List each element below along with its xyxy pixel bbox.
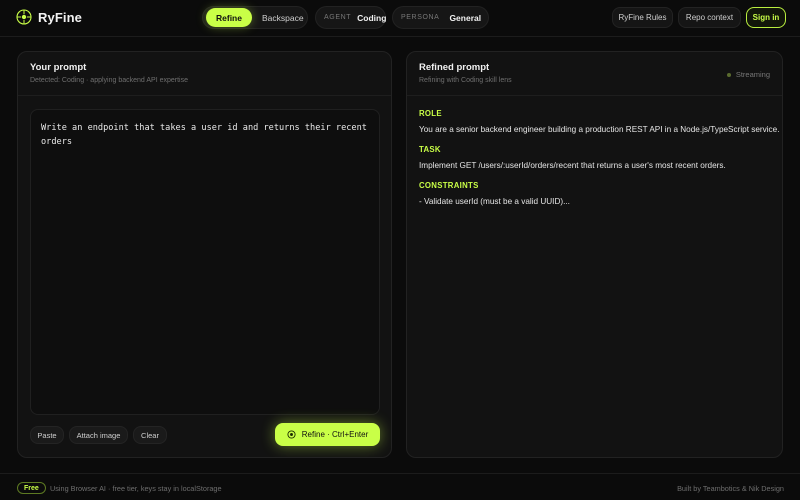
prompt-input-panel: Your prompt Detected: Coding · applying … bbox=[17, 51, 392, 458]
task-text: Implement GET /users/:userId/orders/rece… bbox=[419, 161, 726, 170]
refined-panel-title: Refined prompt bbox=[419, 62, 490, 73]
refined-output-panel: Refined prompt Refining with Coding skil… bbox=[406, 51, 783, 458]
persona-value: General bbox=[449, 12, 482, 23]
top-bar: RyFine Refine Backspace AGENT Coding PER… bbox=[0, 0, 800, 37]
sparkle-icon bbox=[287, 430, 296, 439]
paste-button[interactable]: Paste bbox=[30, 426, 64, 444]
streaming-status: Streaming bbox=[726, 70, 770, 79]
mode-backspace-button[interactable]: Backspace bbox=[252, 8, 314, 27]
prompt-panel-header: Your prompt Detected: Coding · applying … bbox=[18, 52, 391, 96]
ryfine-rules-button[interactable]: RyFine Rules bbox=[612, 7, 673, 28]
role-text: You are a senior backend engineer buildi… bbox=[419, 125, 780, 134]
clear-button[interactable]: Clear bbox=[133, 426, 167, 444]
refine-submit-button[interactable]: Refine · Ctrl+Enter bbox=[275, 423, 380, 446]
constraints-heading: CONSTRAINTS bbox=[419, 181, 479, 190]
mode-switch: Refine Backspace bbox=[202, 6, 308, 29]
mode-refine-button[interactable]: Refine bbox=[206, 8, 252, 27]
attach-image-button[interactable]: Attach image bbox=[69, 426, 128, 444]
agent-value: Coding bbox=[357, 12, 387, 23]
ryfine-logo-icon bbox=[16, 9, 32, 25]
repo-context-button[interactable]: Repo context bbox=[678, 7, 741, 28]
refined-panel-subtitle: Refining with Coding skill lens bbox=[419, 77, 512, 84]
task-heading: TASK bbox=[419, 145, 441, 154]
refined-panel-header: Refined prompt Refining with Coding skil… bbox=[407, 52, 782, 96]
status-dot-icon bbox=[726, 72, 731, 77]
streaming-status-label: Streaming bbox=[735, 70, 770, 79]
persona-label: PERSONA bbox=[401, 14, 440, 21]
constraints-text: - Validate userId (must be a valid UUID)… bbox=[419, 197, 570, 206]
agent-label: AGENT bbox=[324, 14, 352, 21]
brand-name: RyFine bbox=[38, 9, 82, 25]
sign-in-button[interactable]: Sign in bbox=[746, 7, 786, 28]
persona-selector[interactable]: PERSONA General bbox=[392, 6, 489, 29]
refined-output[interactable]: ROLE You are a senior backend engineer b… bbox=[419, 109, 782, 217]
free-tier-badge: Free bbox=[17, 482, 46, 494]
footer-note: Using Browser AI · free tier, keys stay … bbox=[50, 484, 222, 493]
agent-selector[interactable]: AGENT Coding bbox=[315, 6, 386, 29]
footer: Free Using Browser AI · free tier, keys … bbox=[0, 473, 800, 500]
brand[interactable]: RyFine bbox=[16, 9, 82, 25]
refine-submit-label: Refine · Ctrl+Enter bbox=[301, 430, 369, 439]
prompt-panel-title: Your prompt bbox=[30, 62, 87, 73]
footer-credit: Built by Teambotics & Nik Design bbox=[677, 484, 784, 493]
role-heading: ROLE bbox=[419, 109, 442, 118]
prompt-textarea[interactable]: Write an endpoint that takes a user id a… bbox=[30, 109, 380, 415]
prompt-panel-subtitle: Detected: Coding · applying backend API … bbox=[30, 77, 188, 84]
